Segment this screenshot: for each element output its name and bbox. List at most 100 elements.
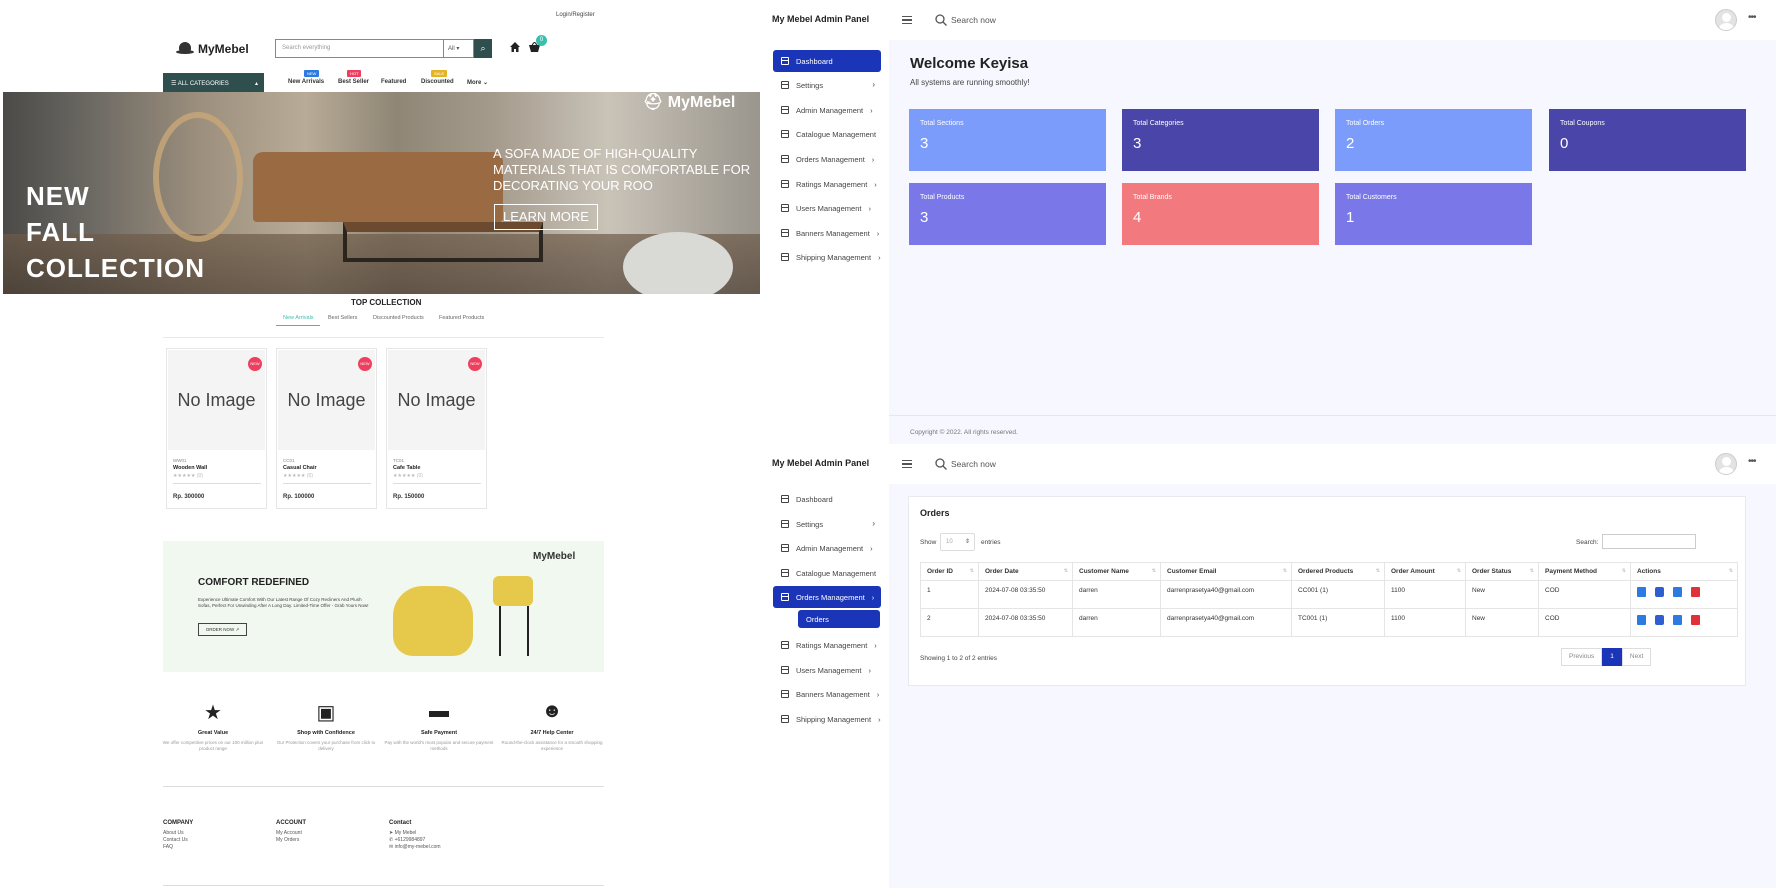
sidebar-item-shipping-management[interactable]: Shipping Management › [773, 708, 881, 730]
column-header[interactable]: Actions ⇅ [1630, 562, 1738, 581]
banner-title: COMFORT REDEFINED [198, 577, 310, 588]
delete-icon[interactable] [1691, 615, 1700, 625]
table-icon [781, 593, 789, 601]
store-logo[interactable]: MyMebel [176, 42, 249, 56]
nav-discounted[interactable]: Discounted [421, 79, 454, 85]
product-price: Rp. 100000 [283, 494, 315, 500]
search-button[interactable]: ⌕ [474, 39, 492, 58]
sidebar-item-dashboard[interactable]: Dashboard [773, 50, 881, 72]
sidebar-item-admin-management[interactable]: Admin Management › [773, 537, 881, 559]
page-button[interactable]: 1 [1602, 648, 1622, 666]
tile-total-brands[interactable]: Total Brands 4 [1122, 183, 1319, 245]
home-icon[interactable] [510, 42, 520, 52]
print-icon[interactable] [1655, 587, 1664, 597]
avatar[interactable] [1715, 453, 1737, 475]
sidebar-item-settings[interactable]: Settings › [773, 513, 881, 535]
sidebar-item-ratings-management[interactable]: Ratings Management › [773, 173, 881, 195]
print-icon[interactable] [1655, 615, 1664, 625]
column-header[interactable]: Order Status ⇅ [1465, 562, 1539, 581]
tile-total-customers[interactable]: Total Customers 1 [1335, 183, 1532, 245]
sidebar-item-dashboard[interactable]: Dashboard [773, 488, 881, 510]
sidebar-item-catalogue-management[interactable]: Catalogue Management [773, 562, 881, 584]
sidebar-subitem-orders[interactable]: Orders [798, 610, 880, 628]
sidebar-item-admin-management[interactable]: Admin Management › [773, 99, 881, 121]
caret-up-icon: ▴ [254, 81, 258, 87]
orders-search-input[interactable] [1602, 534, 1696, 549]
admin-search-input[interactable]: Search now [951, 15, 996, 25]
nav-more[interactable]: More ⌄ [467, 79, 488, 86]
footer-link-about[interactable]: About Us [163, 830, 193, 837]
pdf-icon[interactable] [1673, 587, 1682, 597]
sidebar-item-catalogue-management[interactable]: Catalogue Management [773, 123, 881, 145]
nav-badge-new: NEW [304, 70, 320, 77]
more-options-icon[interactable]: ••• [1748, 456, 1756, 467]
learn-more-button[interactable]: LEARN MORE [494, 204, 598, 230]
previous-page-button[interactable]: Previous [1561, 648, 1603, 666]
sidebar-item-orders-management[interactable]: Orders Management › [773, 148, 881, 170]
footer-link-faq[interactable]: FAQ [163, 844, 193, 851]
column-header[interactable]: Payment Method ⇅ [1538, 562, 1631, 581]
sidebar-item-banners-management[interactable]: Banners Management › [773, 222, 881, 244]
column-header[interactable]: Customer Email ⇅ [1160, 562, 1292, 581]
pdf-icon[interactable] [1673, 615, 1682, 625]
tile-total-coupons[interactable]: Total Coupons 0 [1549, 109, 1746, 171]
product-name[interactable]: Casual Chair [283, 465, 317, 471]
tile-total-categories[interactable]: Total Categories 3 [1122, 109, 1319, 171]
sidebar-item-users-management[interactable]: Users Management › [773, 197, 881, 219]
store-search-input[interactable]: Search everything [275, 39, 444, 58]
tile-total-sections[interactable]: Total Sections 3 [909, 109, 1106, 171]
product-card[interactable]: No Image NEW WW01 Wooden Wall ★★★★★ (0) … [166, 348, 267, 509]
view-document-icon[interactable] [1637, 587, 1646, 597]
nav-new-arrivals[interactable]: New Arrivals [288, 79, 324, 85]
column-header[interactable]: Customer Name ⇅ [1072, 562, 1161, 581]
product-card[interactable]: No Image NEW TC01 Cafe Table ★★★★★ (0) R… [386, 348, 487, 509]
nav-featured[interactable]: Featured [381, 79, 406, 85]
new-badge: NEW [358, 357, 372, 371]
view-document-icon[interactable] [1637, 615, 1646, 625]
nav-best-seller[interactable]: Best Seller [338, 79, 369, 85]
tile-total-products[interactable]: Total Products 3 [909, 183, 1106, 245]
product-name[interactable]: Cafe Table [393, 465, 420, 471]
footer-link-contact[interactable]: Contact Us [163, 837, 193, 844]
order-now-button[interactable]: ORDER NOW ↗ [198, 623, 247, 636]
sidebar-item-users-management[interactable]: Users Management › [773, 659, 881, 681]
orders-table: Order ID ⇅ Order Date ⇅ Customer Name ⇅ Cus… [920, 562, 1738, 637]
tab-featured-products[interactable]: Featured Products [439, 315, 484, 321]
tab-best-sellers[interactable]: Best Sellers [328, 315, 357, 321]
hamburger-menu-icon[interactable] [902, 460, 912, 468]
footer-link-my-account[interactable]: My Account [276, 830, 306, 837]
column-header[interactable]: Ordered Products ⇅ [1291, 562, 1385, 581]
tab-discounted-products[interactable]: Discounted Products [373, 315, 424, 321]
next-page-button[interactable]: Next [1621, 648, 1652, 666]
column-header[interactable]: Order ID ⇅ [920, 562, 979, 581]
product-card[interactable]: No Image NEW CC01 Casual Chair ★★★★★ (0)… [276, 348, 377, 509]
sidebar-item-banners-management[interactable]: Banners Management › [773, 683, 881, 705]
product-price: Rp. 300000 [173, 494, 205, 500]
footer-link-my-orders[interactable]: My Orders [276, 837, 306, 844]
sidebar-item-ratings-management[interactable]: Ratings Management › [773, 634, 881, 656]
tile-total-orders[interactable]: Total Orders 2 [1335, 109, 1532, 171]
table-icon [781, 715, 789, 723]
table-row: 1 2024-07-08 03:35:50 darren darrenprase… [920, 580, 1738, 609]
column-header[interactable]: Order Date ⇅ [978, 562, 1073, 581]
sidebar-item-settings[interactable]: Settings › [773, 74, 881, 96]
delete-icon[interactable] [1691, 587, 1700, 597]
column-header[interactable]: Order Amount ⇅ [1384, 562, 1466, 581]
nav-badge-sale: SALE [431, 70, 448, 77]
entries-length-select[interactable]: 10 ⇕ [940, 533, 975, 551]
rating-stars: ★★★★★ (0) [393, 473, 423, 479]
all-categories-button[interactable]: ☰ ALL CATEGORIES ▴ [163, 73, 264, 93]
admin-search-input[interactable]: Search now [951, 459, 996, 469]
location-icon: ➤ [389, 830, 394, 836]
avatar[interactable] [1715, 9, 1737, 31]
search-category-select[interactable]: All ▾ [444, 39, 474, 58]
product-name[interactable]: Wooden Wall [173, 465, 207, 471]
more-options-icon[interactable]: ••• [1748, 12, 1756, 23]
hamburger-menu-icon[interactable] [902, 16, 912, 24]
login-register-link[interactable]: Login/Register [556, 12, 595, 18]
sidebar-item-shipping-management[interactable]: Shipping Management › [773, 246, 881, 268]
tab-new-arrivals[interactable]: New Arrivals [283, 315, 314, 321]
table-icon [781, 204, 789, 212]
orders-card: Orders Show 10 ⇕ entries Search: Order ID… [908, 496, 1746, 686]
sidebar-item-orders-management[interactable]: Orders Management › [773, 586, 881, 608]
